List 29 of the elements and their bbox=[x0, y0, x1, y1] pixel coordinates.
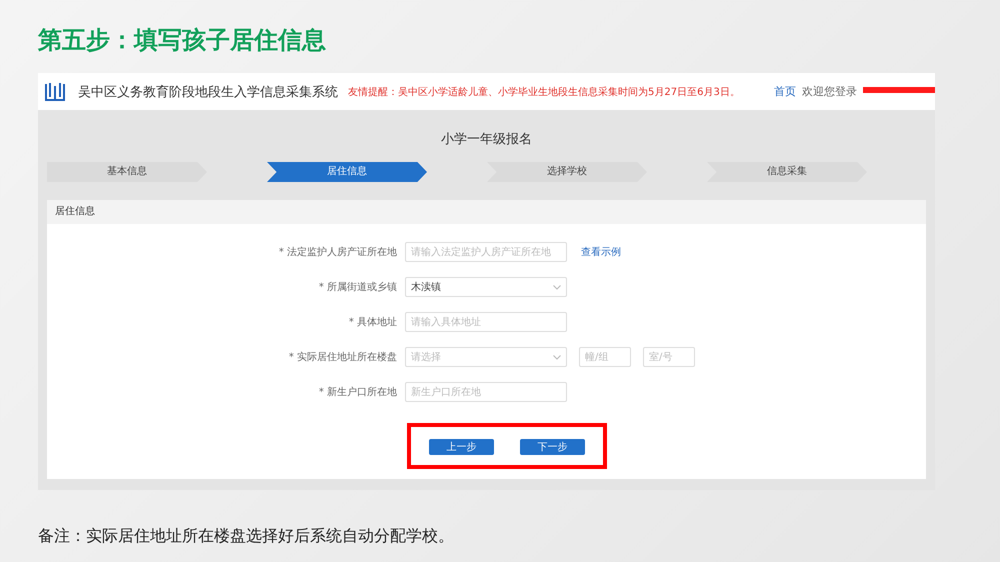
input-field[interactable]: 请输入具体地址 bbox=[405, 312, 567, 332]
chevron-down-icon bbox=[553, 284, 561, 290]
field-label: * 所属街道或乡镇 bbox=[318, 280, 397, 294]
panel-title: 居住信息 bbox=[47, 200, 926, 224]
home-link[interactable]: 首页 bbox=[774, 84, 796, 99]
step-tab[interactable]: 基本信息 bbox=[47, 162, 207, 182]
input-field[interactable]: 幢/组 bbox=[579, 347, 631, 367]
field-label: * 实际居住地址所在楼盘 bbox=[288, 350, 397, 364]
step-tab[interactable]: 居住信息 bbox=[267, 162, 427, 182]
note-text: 备注：实际居住地址所在楼盘选择好后系统自动分配学校。 bbox=[38, 526, 455, 547]
input-field[interactable]: 请输入法定监护人房产证所在地 bbox=[405, 242, 567, 262]
notice-text: 友情提醒：吴中区小学适龄儿童、小学毕业生地段生信息采集时间为5月27日至6月3日。 bbox=[348, 86, 740, 98]
chevron-down-icon bbox=[553, 354, 561, 360]
step-button[interactable]: 下一步 bbox=[520, 439, 585, 455]
field-label: * 具体地址 bbox=[348, 316, 397, 329]
example-link[interactable]: 查看示例 bbox=[581, 245, 621, 259]
slide-title: 第五步：填写孩子居住信息 bbox=[38, 25, 327, 56]
system-name: 吴中区义务教育阶段地段生入学信息采集系统 bbox=[78, 84, 338, 100]
input-field[interactable]: 新生户口所在地 bbox=[405, 382, 567, 402]
field-label: * 新生户口所在地 bbox=[318, 386, 397, 399]
page-title: 小学一年级报名 bbox=[440, 131, 533, 149]
step-button[interactable]: 上一步 bbox=[429, 439, 494, 455]
book-logo-icon bbox=[44, 82, 66, 102]
step-tab[interactable]: 选择学校 bbox=[487, 162, 647, 182]
select-field[interactable]: 木渎镇 bbox=[405, 277, 567, 297]
input-field[interactable]: 室/号 bbox=[643, 347, 695, 367]
welcome-text: 欢迎您登录 bbox=[802, 84, 857, 99]
field-label: * 法定监护人房产证所在地 bbox=[278, 246, 397, 259]
step-tab[interactable]: 信息采集 bbox=[707, 162, 867, 182]
